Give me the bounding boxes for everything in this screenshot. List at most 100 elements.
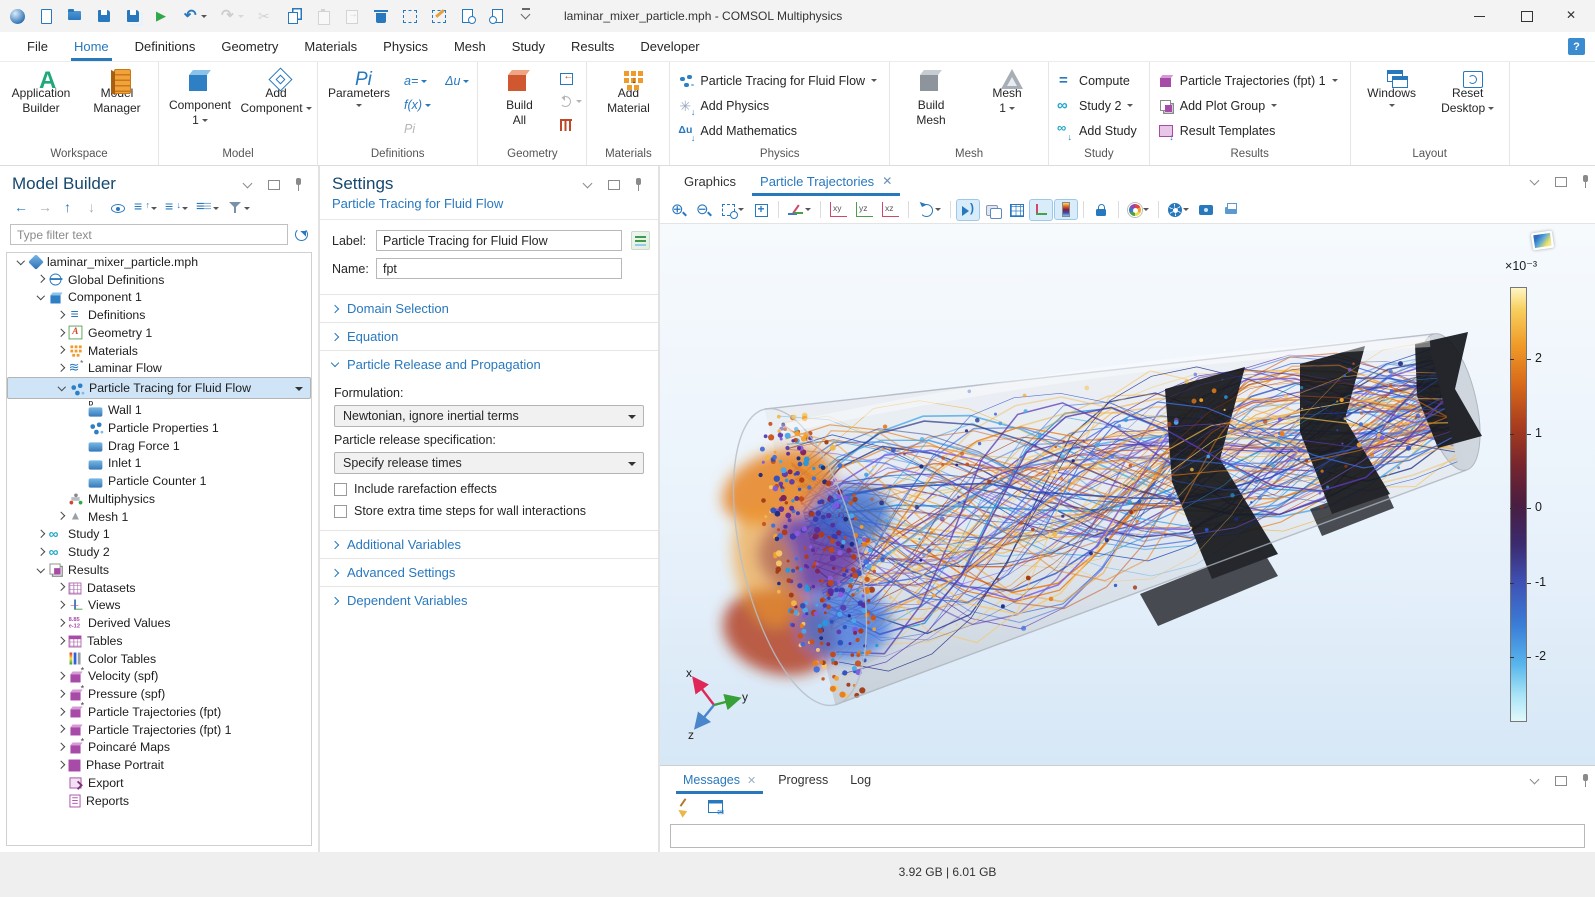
plot-thumbnail-icon[interactable] (1531, 231, 1554, 251)
menu-tab-definitions[interactable]: Definitions (122, 32, 209, 61)
virtual-operations-button[interactable] (558, 115, 582, 133)
pin-panel-icon[interactable] (630, 176, 646, 192)
tree-expander[interactable] (53, 585, 68, 590)
tree-item-velocity-spf-[interactable]: *Velocity (spf) (7, 668, 311, 686)
tree-expander[interactable] (53, 621, 68, 626)
mesh-1-button[interactable]: Mesh1 (970, 64, 1044, 119)
view-xz-button[interactable]: xz (879, 200, 902, 219)
collapse-panel-icon[interactable] (1527, 772, 1543, 788)
tree-expander[interactable] (53, 710, 68, 715)
collapse-panel-icon[interactable] (580, 176, 596, 192)
tab-log[interactable]: Log (839, 766, 882, 794)
parameters-button[interactable]: Parameters (322, 64, 396, 113)
move-down-button[interactable] (84, 198, 104, 218)
float-panel-icon[interactable] (1552, 772, 1568, 788)
release-specification-select[interactable]: Specify release times (334, 452, 644, 474)
menu-tab-geometry[interactable]: Geometry (208, 32, 291, 61)
messages-output[interactable] (670, 824, 1585, 848)
tree-item-export[interactable]: Export (7, 774, 311, 792)
model-tree-node-text-button[interactable] (194, 198, 221, 218)
import-button[interactable] (558, 69, 582, 87)
tree-expander[interactable] (53, 348, 68, 353)
add-component-button[interactable]: AddComponent (239, 64, 313, 119)
add-plot-group-button[interactable]: Add Plot Group (1154, 93, 1346, 118)
add-study-button[interactable]: Add Study (1053, 118, 1145, 143)
section-equation[interactable]: Equation (320, 322, 658, 350)
section-additional-variables[interactable]: Additional Variables (320, 530, 658, 558)
add-physics-button[interactable]: Add Physics (674, 93, 885, 118)
collapse-panel-icon[interactable] (1527, 173, 1543, 189)
add-material-button[interactable]: AddMaterial (591, 64, 665, 119)
new-file-button[interactable] (36, 6, 56, 26)
tab-messages[interactable]: Messages✕ (672, 766, 767, 794)
tree-item-derived-values[interactable]: Derived Values (7, 614, 311, 632)
minimize-button[interactable] (1457, 0, 1503, 32)
refresh-icon[interactable] (294, 227, 310, 243)
collapse-panel-icon[interactable] (240, 176, 256, 192)
parameter-case-button[interactable]: Pi (404, 118, 431, 140)
tree-item-materials[interactable]: Materials (7, 342, 311, 360)
tree-item-study-1[interactable]: Study 1 (7, 526, 311, 544)
application-builder-button[interactable]: ApplicationBuilder (4, 64, 78, 119)
show-axis-orientation-button[interactable] (1030, 200, 1052, 220)
tree-expander[interactable] (33, 296, 48, 299)
section-advanced-settings[interactable]: Advanced Settings (320, 558, 658, 586)
expand-all-button[interactable] (132, 198, 159, 218)
go-to-default-view-button[interactable] (785, 200, 814, 220)
tree-item-pressure-spf-[interactable]: *Pressure (spf) (7, 685, 311, 703)
tree-item-geometry-1[interactable]: Geometry 1 (7, 324, 311, 342)
menu-tab-study[interactable]: Study (499, 32, 558, 61)
show-grid-button[interactable] (1007, 201, 1027, 219)
variables-button[interactable]: a= (404, 70, 431, 92)
go-forward-button[interactable] (36, 198, 56, 218)
compute-button[interactable]: Compute (1053, 68, 1145, 93)
tree-item-mesh-1[interactable]: Mesh 1 (7, 508, 311, 526)
paste-button[interactable] (313, 6, 333, 26)
tree-expander[interactable] (53, 514, 68, 519)
tree-item-particle-trajectories-fpt-[interactable]: *Particle Trajectories (fpt) (7, 703, 311, 721)
copy-button[interactable] (284, 6, 304, 26)
zoom-extents-button[interactable] (750, 200, 772, 220)
tree-expander[interactable] (53, 639, 68, 644)
tree-item-multiphysics[interactable]: Multiphysics (7, 490, 311, 508)
tree-expander[interactable] (33, 569, 48, 572)
tree-expander[interactable] (53, 331, 68, 336)
print-button[interactable] (1220, 200, 1242, 220)
customize-toolbar-button[interactable] (516, 6, 536, 26)
tree-item-results[interactable]: Results (7, 561, 311, 579)
pin-panel-icon[interactable] (1577, 173, 1593, 189)
tree-item-color-tables[interactable]: Color Tables (7, 650, 311, 668)
tree-item-datasets[interactable]: Datasets (7, 579, 311, 597)
show-options-button[interactable] (108, 198, 128, 218)
tree-expander[interactable] (53, 692, 68, 697)
go-back-button[interactable] (12, 198, 32, 218)
rotate-view-button[interactable] (915, 200, 944, 220)
tree-item-particle-counter-1[interactable]: Particle Counter 1 (7, 472, 311, 490)
build-all-button[interactable]: BuildAll (482, 64, 556, 131)
view-xy-button[interactable]: xy (827, 200, 850, 219)
scene-light-button[interactable] (982, 200, 1004, 220)
menu-tab-materials[interactable]: Materials (291, 32, 370, 61)
pin-panel-icon[interactable] (1577, 772, 1593, 788)
lock-view-button[interactable] (1090, 200, 1112, 220)
section-dependent-variables[interactable]: Dependent Variables (320, 586, 658, 614)
duplicate-button[interactable] (342, 6, 362, 26)
tree-expander[interactable] (54, 387, 69, 390)
close-tab-icon[interactable]: ✕ (747, 774, 756, 787)
menu-tab-physics[interactable]: Physics (370, 32, 441, 61)
section-domain-selection[interactable]: Domain Selection (320, 294, 658, 322)
tree-item-poincar-maps[interactable]: *Poincaré Maps (7, 739, 311, 757)
plot-group-selector[interactable]: Particle Trajectories (fpt) 1 (1154, 68, 1346, 93)
close-tab-icon[interactable]: ✕ (882, 174, 892, 188)
tree-expander[interactable] (53, 366, 68, 371)
tree-item-tables[interactable]: Tables (7, 632, 311, 650)
zoom-in-button[interactable] (668, 200, 690, 220)
tab-particle-trajectories[interactable]: Particle Trajectories✕ (748, 166, 904, 196)
reset-desktop-button[interactable]: ResetDesktop (1431, 64, 1505, 119)
build-mesh-button[interactable]: BuildMesh (894, 64, 968, 131)
save-button[interactable] (94, 6, 114, 26)
tree-item-particle-tracing-for-fluid-flow[interactable]: Particle Tracing for Fluid Flow (7, 377, 311, 399)
maximize-button[interactable] (1503, 0, 1549, 32)
tree-item-reports[interactable]: Reports (7, 792, 311, 810)
tree-expander[interactable] (53, 603, 68, 608)
